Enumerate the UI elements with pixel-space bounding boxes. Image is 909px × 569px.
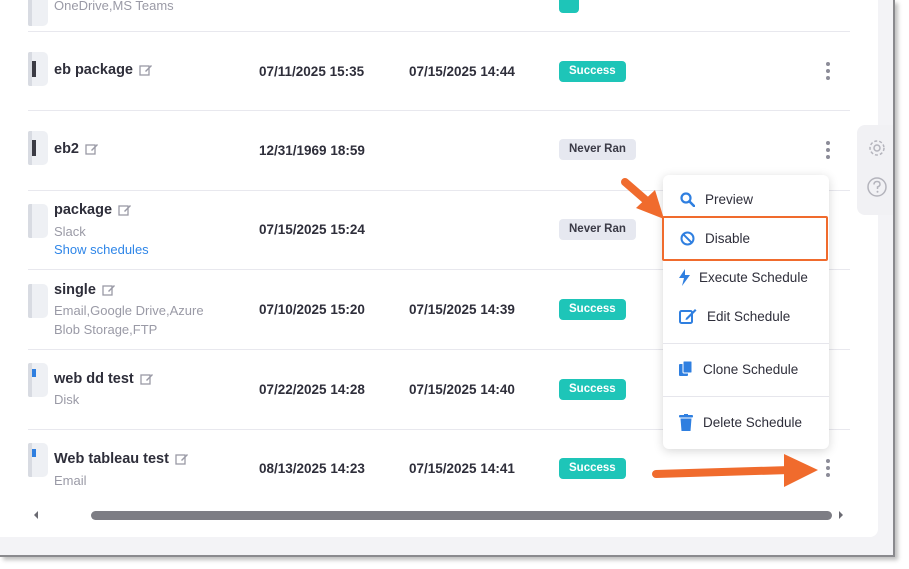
annotation-arrows [621,178,818,487]
